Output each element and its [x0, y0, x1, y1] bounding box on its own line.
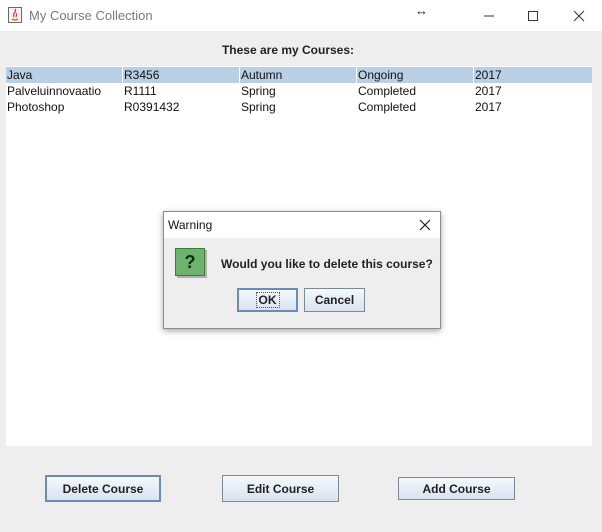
- ok-button-label: OK: [255, 292, 280, 308]
- table-cell: R0391432: [124, 100, 180, 114]
- window-title: My Course Collection: [29, 8, 153, 23]
- delete-course-label: Delete Course: [62, 481, 144, 496]
- table-cell: R3456: [124, 68, 160, 82]
- table-cell: Completed: [358, 100, 417, 114]
- close-icon: [573, 10, 585, 21]
- table-cell: Autumn: [241, 68, 283, 82]
- column-divider: [239, 67, 240, 83]
- edit-course-label: Edit Course: [246, 481, 315, 496]
- table-cell: Java: [7, 68, 33, 82]
- resize-cursor-icon: ↔: [415, 3, 428, 18]
- table-cell: Spring: [241, 84, 276, 98]
- dialog-titlebar[interactable]: Warning: [164, 212, 440, 238]
- cancel-button-label: Cancel: [314, 293, 355, 307]
- add-course-button[interactable]: Add Course: [398, 477, 515, 500]
- table-cell: 2017: [475, 84, 502, 98]
- column-divider: [122, 67, 123, 83]
- edit-course-button[interactable]: Edit Course: [222, 475, 339, 502]
- minimize-button[interactable]: [466, 0, 512, 31]
- courses-heading: These are my Courses:: [221, 43, 355, 57]
- minimize-icon: [484, 15, 494, 16]
- table-cell: Spring: [241, 100, 276, 114]
- table-cell: Ongoing: [358, 68, 404, 82]
- ok-button[interactable]: OK: [237, 288, 298, 312]
- question-icon: ?: [175, 248, 205, 276]
- close-icon: [419, 219, 431, 231]
- dialog-title: Warning: [168, 218, 213, 232]
- table-cell: Photoshop: [7, 100, 65, 114]
- column-divider: [356, 67, 357, 83]
- delete-course-button[interactable]: Delete Course: [45, 475, 161, 502]
- table-row[interactable]: Java R3456 Autumn Ongoing 2017: [6, 67, 592, 83]
- column-divider: [473, 67, 474, 83]
- dialog-message: Would you like to delete this course?: [221, 257, 433, 271]
- table-row[interactable]: Palveluinnovaatio R1111 Spring Completed…: [6, 83, 592, 99]
- add-course-label: Add Course: [422, 481, 491, 496]
- table-cell: R1111: [124, 84, 157, 98]
- maximize-button[interactable]: [510, 0, 556, 31]
- warning-dialog[interactable]: Warning ? Would you like to delete this …: [163, 211, 441, 329]
- dialog-close-button[interactable]: [414, 215, 436, 235]
- java-app-icon: [8, 7, 22, 23]
- window-titlebar[interactable]: My Course Collection ↔: [0, 0, 602, 31]
- table-cell: 2017: [475, 68, 502, 82]
- table-cell: Palveluinnovaatio: [7, 84, 102, 98]
- table-cell: Completed: [358, 84, 417, 98]
- close-button[interactable]: [556, 0, 602, 31]
- cancel-button[interactable]: Cancel: [304, 288, 365, 312]
- table-cell: 2017: [475, 100, 502, 114]
- table-row[interactable]: Photoshop R0391432 Spring Completed 2017: [6, 99, 592, 115]
- maximize-icon: [528, 10, 538, 21]
